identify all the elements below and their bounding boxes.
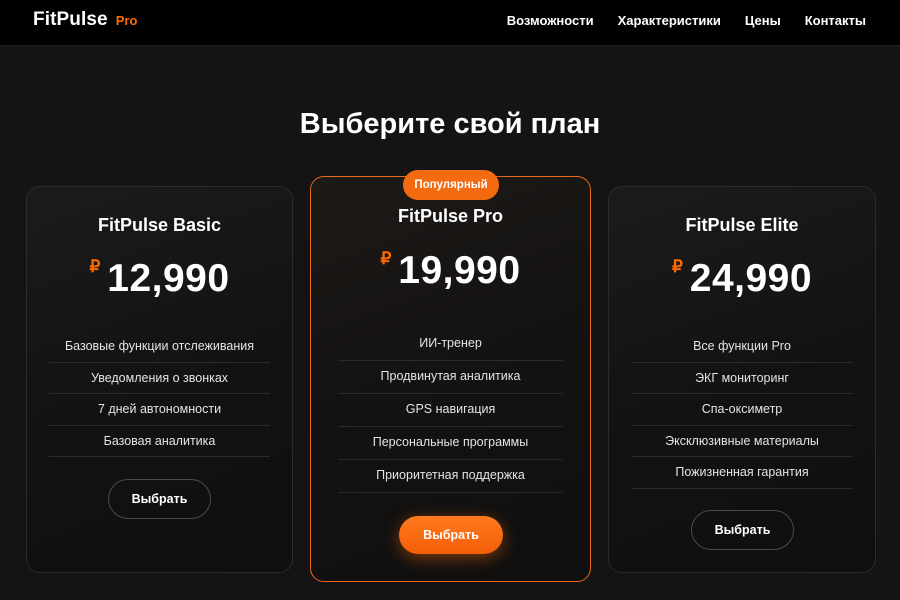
price-amount: 24,990 [689, 257, 813, 300]
price-amount: 12,990 [107, 257, 230, 300]
feature-item: ЭКГ мониторинг [631, 363, 853, 394]
select-pro-button[interactable]: Выбрать [399, 516, 503, 554]
plan-name: FitPulse Basic [97, 215, 222, 235]
plan-name: FitPulse Pro [397, 206, 504, 226]
feature-list: ИИ-тренер Продвинутая аналитика GPS нави… [338, 328, 563, 493]
feature-item: Приоритетная поддержка [338, 460, 563, 493]
feature-item: Спа-оксиметр [631, 394, 853, 426]
ruble-icon: ₽ [671, 257, 683, 276]
plan-card-pro: Популярный FitPulse Pro ₽ 19,990 ИИ-трен… [310, 170, 591, 582]
feature-item: Эксклюзивные материалы [631, 426, 853, 457]
feature-list: Все функции Pro ЭКГ мониторинг Спа-оксим… [631, 331, 853, 489]
plan-card-basic: FitPulse Basic ₽ 12,990 Базовые функции … [26, 186, 293, 573]
nav-link-contacts[interactable]: Контакты [805, 13, 866, 28]
feature-item: Продвинутая аналитика [338, 361, 563, 394]
select-basic-button[interactable]: Выбрать [108, 479, 211, 519]
nav-links: Возможности Характеристики Цены Контакты [507, 13, 866, 28]
ruble-icon: ₽ [89, 257, 101, 276]
nav-link-specs[interactable]: Характеристики [618, 13, 721, 28]
feature-item: Все функции Pro [631, 331, 853, 363]
plan-price: ₽ 24,990 [609, 257, 875, 301]
feature-item: 7 дней автономности [49, 394, 270, 426]
popular-badge: Популярный [403, 170, 499, 200]
feature-item: Базовая аналитика [49, 426, 270, 457]
plan-price: ₽ 12,990 [27, 257, 292, 301]
feature-item: Базовые функции отслеживания [49, 331, 270, 363]
feature-item: GPS навигация [338, 394, 563, 427]
ruble-icon: ₽ [380, 249, 392, 268]
brand-name: FitPulse [33, 9, 108, 30]
nav-link-features[interactable]: Возможности [507, 13, 594, 28]
brand-logo[interactable]: FitPulse Pro [33, 9, 137, 31]
select-elite-button[interactable]: Выбрать [691, 510, 794, 550]
price-amount: 19,990 [398, 249, 521, 292]
top-navbar: FitPulse Pro Возможности Характеристики … [0, 0, 900, 46]
brand-badge: Pro [115, 13, 138, 28]
feature-item: ИИ-тренер [338, 328, 563, 361]
feature-item: Пожизненная гарантия [631, 457, 853, 489]
plan-price: ₽ 19,990 [311, 249, 590, 293]
nav-link-pricing[interactable]: Цены [745, 13, 781, 28]
feature-item: Персональные программы [338, 427, 563, 460]
feature-item: Уведомления о звонках [49, 363, 270, 394]
plan-name: FitPulse Elite [685, 215, 799, 235]
plan-card-elite: FitPulse Elite ₽ 24,990 Все функции Pro … [608, 186, 876, 573]
feature-list: Базовые функции отслеживания Уведомления… [49, 331, 270, 457]
section-title: Выберите свой план [299, 108, 601, 140]
